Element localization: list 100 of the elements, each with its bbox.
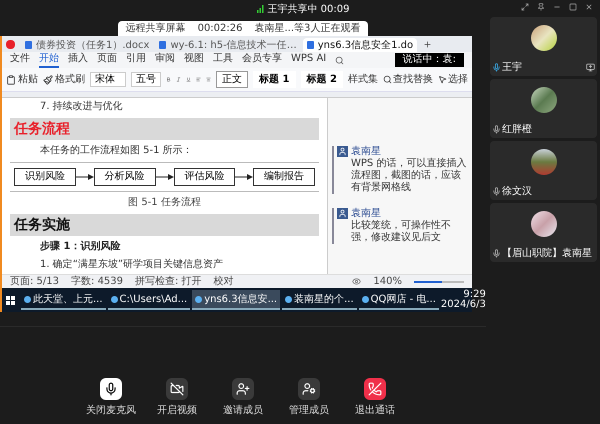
italic-icon[interactable] xyxy=(176,75,182,84)
menu-tab[interactable]: 文件 xyxy=(10,52,30,68)
pin-icon[interactable] xyxy=(537,3,545,11)
search-icon[interactable] xyxy=(335,56,344,64)
arrow-icon xyxy=(156,173,174,181)
status-text: 拼写检查: 打开 xyxy=(135,276,202,288)
document-text: 1. 确定“满星东坡”研学项目关键信息资产 xyxy=(39,258,224,272)
flowchart-step: 评估风险 xyxy=(174,168,236,186)
style-option[interactable]: 正文 xyxy=(216,71,248,88)
participant-name: 【眉山职院】袁南星 xyxy=(502,248,592,259)
taskbar-item[interactable]: QQ网店 - 电... xyxy=(358,290,439,310)
call-control-button[interactable] xyxy=(166,378,188,400)
style-set-button[interactable]: 样式集 xyxy=(348,72,378,87)
photo-placeholder xyxy=(530,211,556,237)
status-text: 校对 xyxy=(214,276,234,288)
flowchart-step: 识别风险 xyxy=(14,168,76,186)
flowchart-step: 分析风险 xyxy=(94,168,156,186)
menu-tab[interactable]: 视图 xyxy=(184,52,204,68)
menu-tab[interactable]: 工具 xyxy=(213,52,233,68)
participant-name: 王宇 xyxy=(502,62,522,73)
find-replace-button[interactable]: 查找替换 xyxy=(382,72,433,87)
photo-placeholder xyxy=(530,25,556,51)
font-field[interactable]: 宋体 xyxy=(90,72,126,87)
menu-tab[interactable]: 审阅 xyxy=(155,52,175,68)
status-text: 页面: 5/13 xyxy=(10,276,60,288)
call-control-button[interactable] xyxy=(298,378,320,400)
app-icon xyxy=(110,296,118,302)
call-control-button[interactable] xyxy=(364,378,386,400)
add-person-icon xyxy=(236,382,250,396)
bold-icon[interactable] xyxy=(166,75,172,84)
app-icon xyxy=(362,296,369,302)
banner-timer: 00:02:26 xyxy=(198,22,242,36)
arrow-icon xyxy=(76,173,94,181)
participant-name: 红胖橙 xyxy=(502,124,532,135)
participant-name: 徐文汉 xyxy=(502,186,532,197)
call-control-button[interactable] xyxy=(232,378,254,400)
document-tab[interactable]: yns6.3信息安全1.do xyxy=(302,38,418,52)
control-label: 邀请成员 xyxy=(223,404,263,418)
menu-tab[interactable]: 会员专享 xyxy=(242,52,282,68)
taskbar-item[interactable]: 装南星的个... xyxy=(282,290,357,310)
taskbar-date: 2024/6/3 xyxy=(440,300,486,310)
status-text: 字数: 4539 xyxy=(71,276,124,288)
style-option[interactable]: 标题 1 xyxy=(253,71,296,88)
style-option[interactable]: 标题 2 xyxy=(300,71,343,88)
menu-tab[interactable]: WPS AI xyxy=(291,52,326,68)
document-text: 本任务的工作流程如图 5-1 所示： xyxy=(39,144,194,158)
figure-caption: 图 5-1 任务流程 xyxy=(127,196,202,210)
arrow-icon xyxy=(235,173,254,181)
paste-button[interactable]: 粘贴 xyxy=(6,72,38,87)
app-icon xyxy=(195,296,202,302)
control-label: 管理成员 xyxy=(289,404,329,418)
new-tab-icon[interactable] xyxy=(423,40,432,49)
menu-tab[interactable]: 引用 xyxy=(126,52,146,68)
control-label: 退出通话 xyxy=(355,404,395,418)
document-step-heading: 步骤 1：识别风险 xyxy=(39,240,122,254)
speaking-toast: 说话中：袁: xyxy=(394,53,464,67)
app-icon xyxy=(24,296,31,302)
search-icon xyxy=(382,75,392,84)
section-heading: 任务流程 xyxy=(10,118,319,140)
comment-text: 比较笼统，可操作性不强，修改建议见后文 xyxy=(351,220,452,244)
underline-icon[interactable] xyxy=(186,75,192,84)
signal-icon xyxy=(256,5,264,13)
clipboard-icon xyxy=(6,74,16,84)
document-icon xyxy=(306,41,314,49)
sharing-status: 王宇共享中 00:09 xyxy=(268,2,350,16)
eye-icon[interactable] xyxy=(352,277,362,286)
select-button[interactable]: 选择 xyxy=(438,72,468,87)
font-size-field[interactable]: 五号 xyxy=(131,72,161,87)
menu-tab[interactable]: 页面 xyxy=(97,52,117,68)
paintbrush-icon xyxy=(43,74,53,84)
taskbar-time: 9:29 xyxy=(463,290,486,300)
person-settings-icon xyxy=(302,382,316,396)
taskbar-item[interactable]: C:\Users\Ad... xyxy=(108,290,190,310)
collapse-icon[interactable] xyxy=(521,3,529,11)
banner-label: 远程共享屏幕 xyxy=(126,22,186,36)
format-painter-button[interactable]: 格式刷 xyxy=(43,72,85,87)
comment-author: 袁南星 xyxy=(351,208,382,220)
photo-placeholder xyxy=(530,87,556,113)
document-icon xyxy=(25,41,32,49)
document-tab[interactable]: wy-6.1: h5-信息技术一任… xyxy=(155,38,301,52)
start-icon[interactable] xyxy=(6,296,15,304)
maximize-icon[interactable] xyxy=(569,3,577,11)
document-icon xyxy=(159,41,166,49)
photo-placeholder xyxy=(530,149,556,175)
taskbar-item[interactable]: yns6.3信息安... xyxy=(192,290,280,310)
call-control-button[interactable] xyxy=(100,378,122,400)
close-icon[interactable] xyxy=(585,3,593,11)
control-label: 开启视频 xyxy=(157,404,197,418)
taskbar-item[interactable]: 此天堂、上元... xyxy=(21,290,106,310)
app-icon xyxy=(285,296,292,302)
menu-tab[interactable]: 插入 xyxy=(68,52,88,68)
camera-off-icon xyxy=(170,382,184,396)
hang-up-icon xyxy=(368,382,382,396)
app-logo-icon xyxy=(6,40,15,49)
control-label: 关闭麦克风 xyxy=(86,404,136,418)
document-tab[interactable]: 债券投资（任务1）.docx xyxy=(21,38,154,52)
pointer-icon xyxy=(438,75,447,84)
document-text: 7. 持续改进与优化 xyxy=(39,100,124,114)
section-heading: 任务实施 xyxy=(10,214,319,236)
avatar-icon xyxy=(337,146,348,157)
